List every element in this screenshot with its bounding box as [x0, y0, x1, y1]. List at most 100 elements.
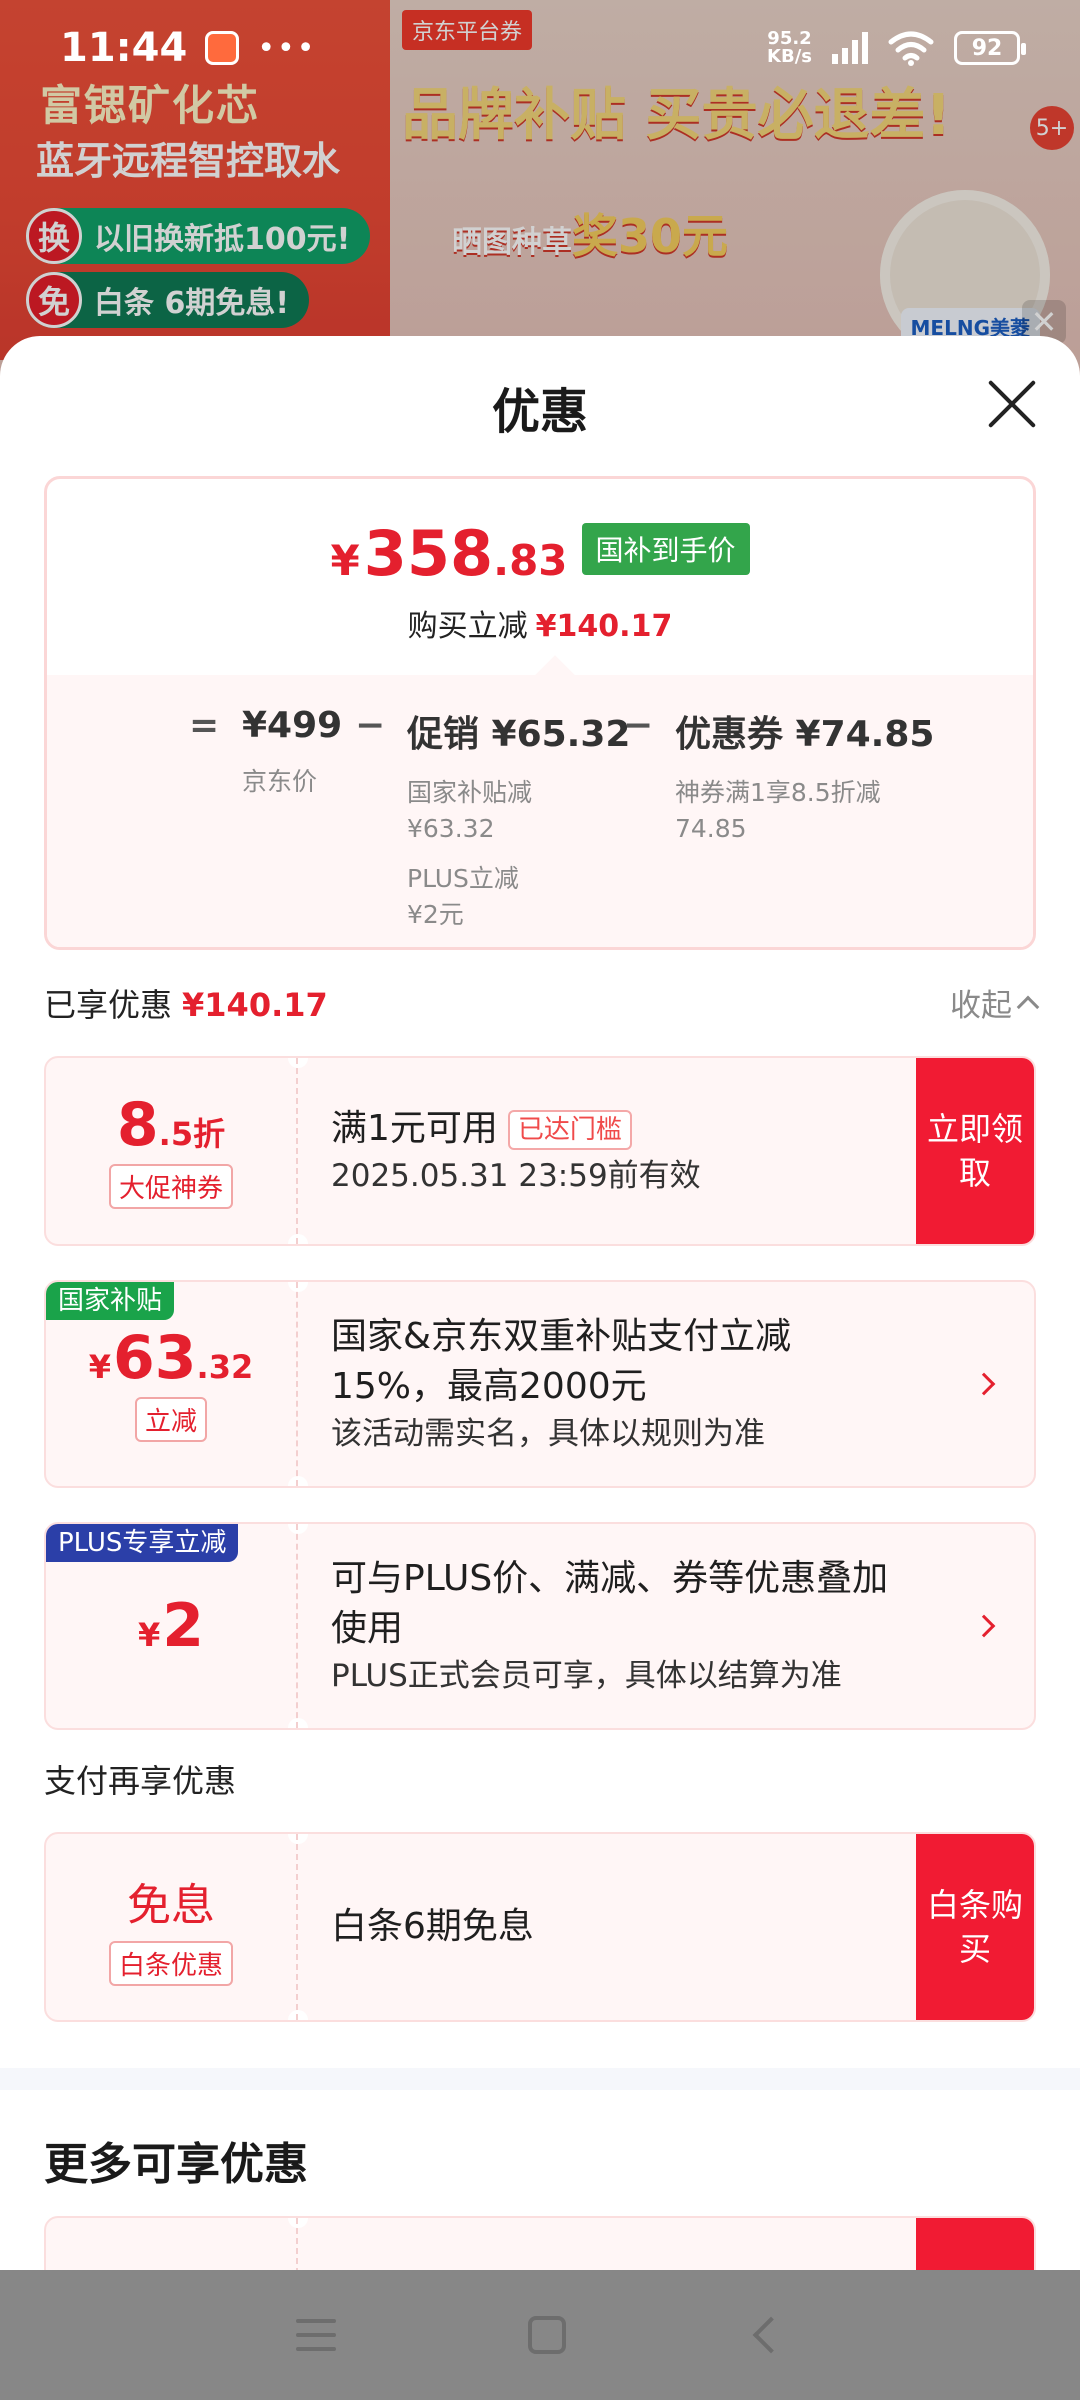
plus-rule: PLUS正式会员可享，具体以结算为准 — [331, 1658, 842, 1694]
pay-section-header: 支付再享优惠 — [44, 1762, 237, 1800]
baitiao-buy-button[interactable]: 白条购买 — [916, 1834, 1034, 2020]
status-bar: 11:44 ••• 95.2 KB/s 92 — [0, 0, 1080, 96]
subsidy-type-label: 立减 — [134, 1396, 207, 1442]
subsidy-rule: 该活动需实名，具体以规则为准 — [331, 1416, 765, 1452]
final-price: ¥ 358 .83 — [330, 521, 567, 587]
promo-detail-1: 国家补贴减 ¥63.32 — [407, 775, 630, 847]
coupon-card-discount[interactable]: 8 .5折 大促神券 满1元可用 已达门槛 2025.05.31 23:59前有效… — [44, 1056, 1036, 1246]
section-divider — [0, 2068, 1080, 2090]
banner-subline: 晒图种草奖30元 — [452, 200, 728, 266]
promo-detail-2-amount: ¥2元 — [407, 900, 464, 929]
plus-value: ¥ 2 — [46, 1524, 298, 1728]
final-price-row: ¥ 358 .83 国补到手价 — [47, 521, 1033, 587]
subsidy-value: ¥ 63 .32 立减 — [46, 1282, 298, 1486]
network-speed: 95.2 KB/s — [767, 30, 812, 66]
final-price-dec: .83 — [493, 536, 568, 585]
baitiao-title: 白条6期免息 — [331, 1906, 534, 1947]
chevron-right-icon[interactable] — [972, 1614, 996, 1638]
interest-free-text: 白条 6期免息! — [94, 286, 289, 321]
close-icon[interactable] — [984, 376, 1040, 432]
coupon-detail: 神券满1享8.5折减 74.85 — [675, 775, 934, 847]
jd-price-col: ¥499 京东价 — [242, 705, 342, 800]
currency-symbol: ¥ — [330, 536, 360, 585]
banner-sub-small: 晒图种草 — [452, 225, 572, 260]
baitiao-type-label: 白条优惠 — [108, 1940, 233, 1986]
trade-in-text: 以旧换新抵100元! — [94, 222, 351, 257]
coupon-card-partial[interactable] — [44, 2216, 1036, 2270]
enjoyed-amount: ¥140.17 — [182, 986, 328, 1024]
reduce-label: 购买立减 — [407, 609, 528, 644]
coupon-detail-label: 神券满1享8.5折减 — [675, 778, 881, 807]
system-nav-bar — [0, 2270, 1080, 2400]
coupon-expiry: 2025.05.31 23:59前有效 — [331, 1158, 701, 1194]
banner-line2: 蓝牙远程智控取水 — [36, 139, 341, 183]
plus-title: 可与PLUS价、满减、券等优惠叠加使用 — [331, 1558, 889, 1649]
status-time: 11:44 — [60, 25, 188, 71]
sheet-title: 优惠 — [491, 384, 588, 440]
reduce-amount: ¥140.17 — [535, 609, 673, 644]
enjoyed-header: 已享优惠 ¥140.17 — [44, 980, 328, 1026]
chevron-up-icon — [1016, 995, 1040, 1018]
minus-sign-2: − — [623, 705, 654, 746]
coupon-type-label: 大促神券 — [108, 1163, 233, 1209]
subsidy-info: 国家&京东双重补贴支付立减15%，最高2000元 该活动需实名，具体以规则为准 — [331, 1282, 904, 1486]
jd-price-label: 京东价 — [242, 767, 318, 796]
promotions-sheet: 优惠 ¥ 358 .83 国补到手价 购买立减¥140.17 = ¥499 京 — [0, 336, 1080, 2270]
collapse-toggle[interactable]: 收起 — [950, 980, 1040, 1025]
coupon-info: 满1元可用 已达门槛 2025.05.31 23:59前有效 — [331, 1058, 904, 1244]
plus-currency: ¥ — [137, 1616, 161, 1654]
status-right: 95.2 KB/s 92 — [767, 30, 1026, 66]
more-offers-title: 更多可享优惠 — [44, 2139, 308, 2190]
coupon-detail-amount: 74.85 — [675, 814, 747, 843]
plus-value-int: 2 — [162, 1591, 204, 1661]
equals-sign: = — [189, 705, 220, 746]
home-icon[interactable] — [528, 2316, 566, 2354]
final-price-area: ¥ 358 .83 国补到手价 购买立减 ¥140.17 — [47, 479, 1033, 675]
jd-price: ¥499 — [242, 705, 343, 746]
promo-detail-2-label: PLUS立减 — [407, 864, 519, 893]
coupon-value-int: 8 — [116, 1089, 159, 1160]
subsidy-value-int: 63 — [113, 1322, 197, 1393]
plus-value-amount: ¥ 2 — [138, 1595, 204, 1657]
back-icon[interactable] — [752, 2316, 790, 2354]
reduce-row: 购买立减 ¥140.17 — [47, 601, 1033, 645]
partial-card-action[interactable] — [916, 2218, 1034, 2270]
promo-detail-1-label: 国家补贴减 — [407, 778, 533, 807]
claim-now-button[interactable]: 立即领取 — [916, 1058, 1034, 1244]
promo-detail-1-amount: ¥63.32 — [407, 814, 495, 843]
subsidy-currency: ¥ — [88, 1347, 112, 1386]
coupon-value-amount: 8 .5折 — [117, 1094, 225, 1156]
interest-free-icon: 免 — [26, 272, 82, 328]
subsidy-value-amount: ¥ 63 .32 — [89, 1327, 253, 1389]
promo-total: 促销 ¥65.32 — [407, 714, 631, 755]
network-speed-unit: KB/s — [767, 46, 812, 67]
baitiao-value-text: 免息 — [127, 1879, 215, 1931]
trade-in-pill: 换 以旧换新抵100元! — [26, 208, 371, 264]
subsidy-value-dec: .32 — [196, 1347, 254, 1386]
notification-app-icon — [205, 31, 240, 65]
more-notifications-icon: ••• — [257, 30, 317, 66]
coupon-card-plus[interactable]: PLUS专享立减 ¥ 2 可与PLUS价、满减、券等优惠叠加使用 PLUS正式会… — [44, 1522, 1036, 1730]
subsidy-title: 国家&京东双重补贴支付立减15%，最高2000元 — [331, 1316, 792, 1407]
minus-sign-1: − — [355, 705, 386, 746]
enjoyed-label: 已享优惠 — [44, 986, 173, 1024]
coupon-value-dec: .5折 — [158, 1114, 226, 1153]
final-price-int: 358 — [363, 517, 494, 590]
subsidy-price-tag: 国补到手价 — [581, 523, 750, 575]
chevron-right-icon[interactable] — [972, 1372, 996, 1396]
battery-icon: 92 — [954, 31, 1026, 65]
coupon-card-baitiao[interactable]: 免息 白条优惠 白条6期免息 白条购买 — [44, 1832, 1036, 2022]
partial-card-left — [46, 2218, 298, 2270]
coupon-card-national-subsidy[interactable]: 国家补贴 ¥ 63 .32 立减 国家&京东双重补贴支付立减15%，最高2000… — [44, 1280, 1036, 1488]
price-breakdown: = ¥499 京东价 − 促销 ¥65.32 国家补贴减 ¥63.32 PLUS… — [47, 675, 1033, 947]
banner-sub-big: 奖30元 — [572, 209, 729, 263]
coupon-title-row: 满1元可用 已达门槛 — [331, 1104, 904, 1154]
promo-col: 促销 ¥65.32 国家补贴减 ¥63.32 PLUS立减 ¥2元 — [407, 705, 630, 933]
threshold-reached-tag: 已达门槛 — [507, 1110, 632, 1150]
coupon-title: 满1元可用 — [331, 1108, 498, 1149]
price-summary-card: ¥ 358 .83 国补到手价 购买立减 ¥140.17 = ¥499 京东价 −… — [44, 476, 1036, 950]
trade-in-icon: 换 — [26, 208, 82, 264]
menu-icon[interactable] — [296, 2319, 336, 2351]
signal-icon — [832, 32, 868, 64]
wifi-icon — [888, 31, 934, 66]
